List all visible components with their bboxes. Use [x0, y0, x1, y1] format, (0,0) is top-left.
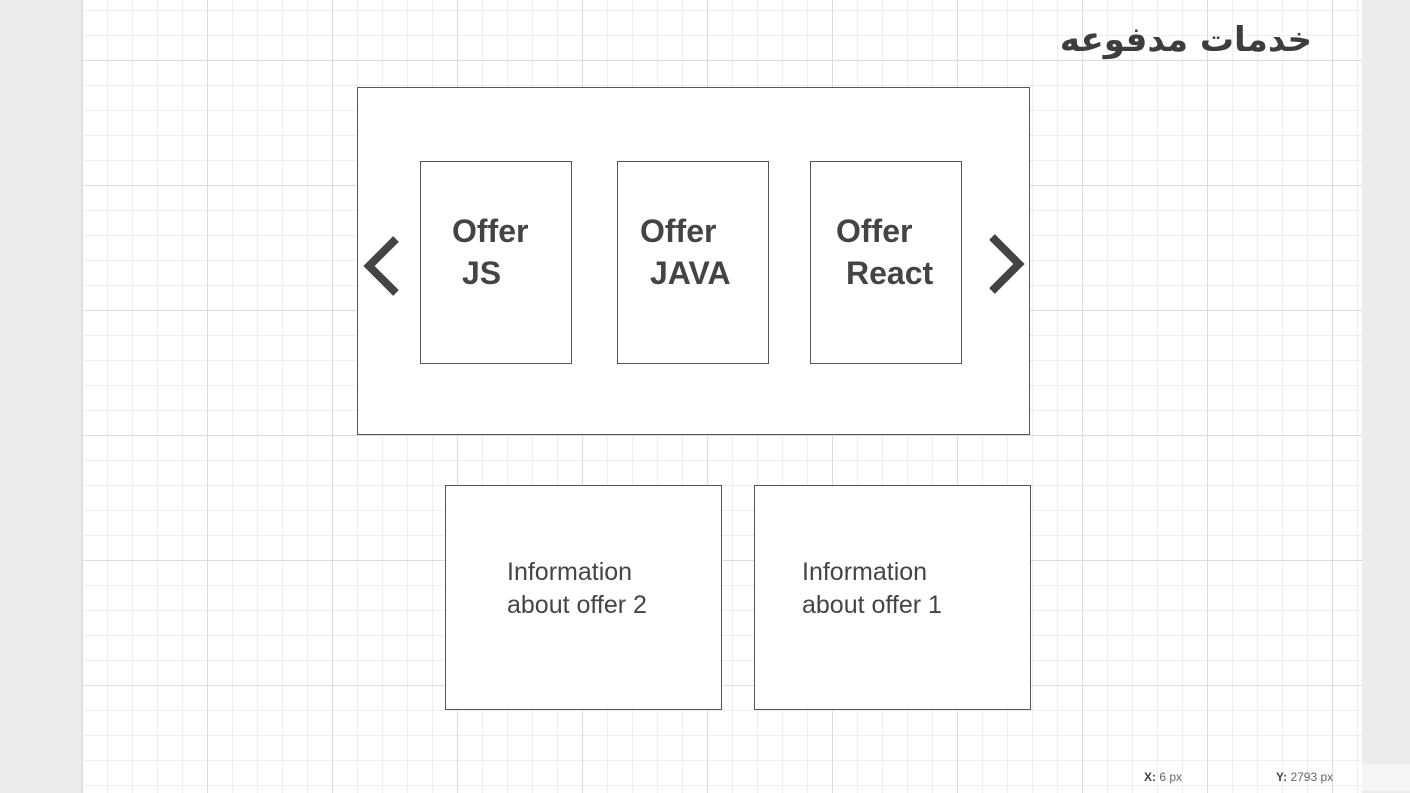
info-line: Information [507, 558, 633, 586]
x-value: 6 px [1159, 770, 1183, 784]
carousel-next-button[interactable] [986, 232, 1026, 296]
y-label: Y: [1276, 770, 1288, 784]
offer-title: Offer [640, 213, 717, 249]
info-line: about offer 2 [507, 591, 647, 619]
y-coordinate-readout: Y: 2793 px [1276, 766, 1333, 788]
info-card-offer-2[interactable]: Information about offer 2 [445, 485, 722, 710]
carousel-prev-button[interactable] [361, 234, 401, 298]
offer-subtitle: JAVA [650, 255, 731, 291]
offer-card-js[interactable]: Offer JS [420, 161, 572, 364]
offer-title: Offer [452, 213, 529, 249]
status-input-box[interactable] [1362, 764, 1410, 791]
offer-subtitle: JS [462, 255, 502, 291]
info-line: Information [802, 558, 928, 586]
x-coordinate-readout: X: 6 px [1144, 766, 1182, 788]
chevron-right-icon [989, 234, 1025, 294]
x-label: X: [1144, 770, 1156, 784]
chevron-left-icon [363, 236, 399, 296]
right-panel-edge [1362, 0, 1410, 793]
offer-card-react[interactable]: Offer React [810, 161, 962, 364]
offer-subtitle: React [846, 255, 934, 291]
y-value: 2793 px [1290, 770, 1334, 784]
offer-card-java[interactable]: Offer JAVA [617, 161, 769, 364]
info-line: about offer 1 [802, 591, 942, 619]
offer-title: Offer [836, 213, 913, 249]
page-title: خدمات مدفوعه [1059, 20, 1312, 60]
info-card-offer-1[interactable]: Information about offer 1 [754, 485, 1031, 710]
